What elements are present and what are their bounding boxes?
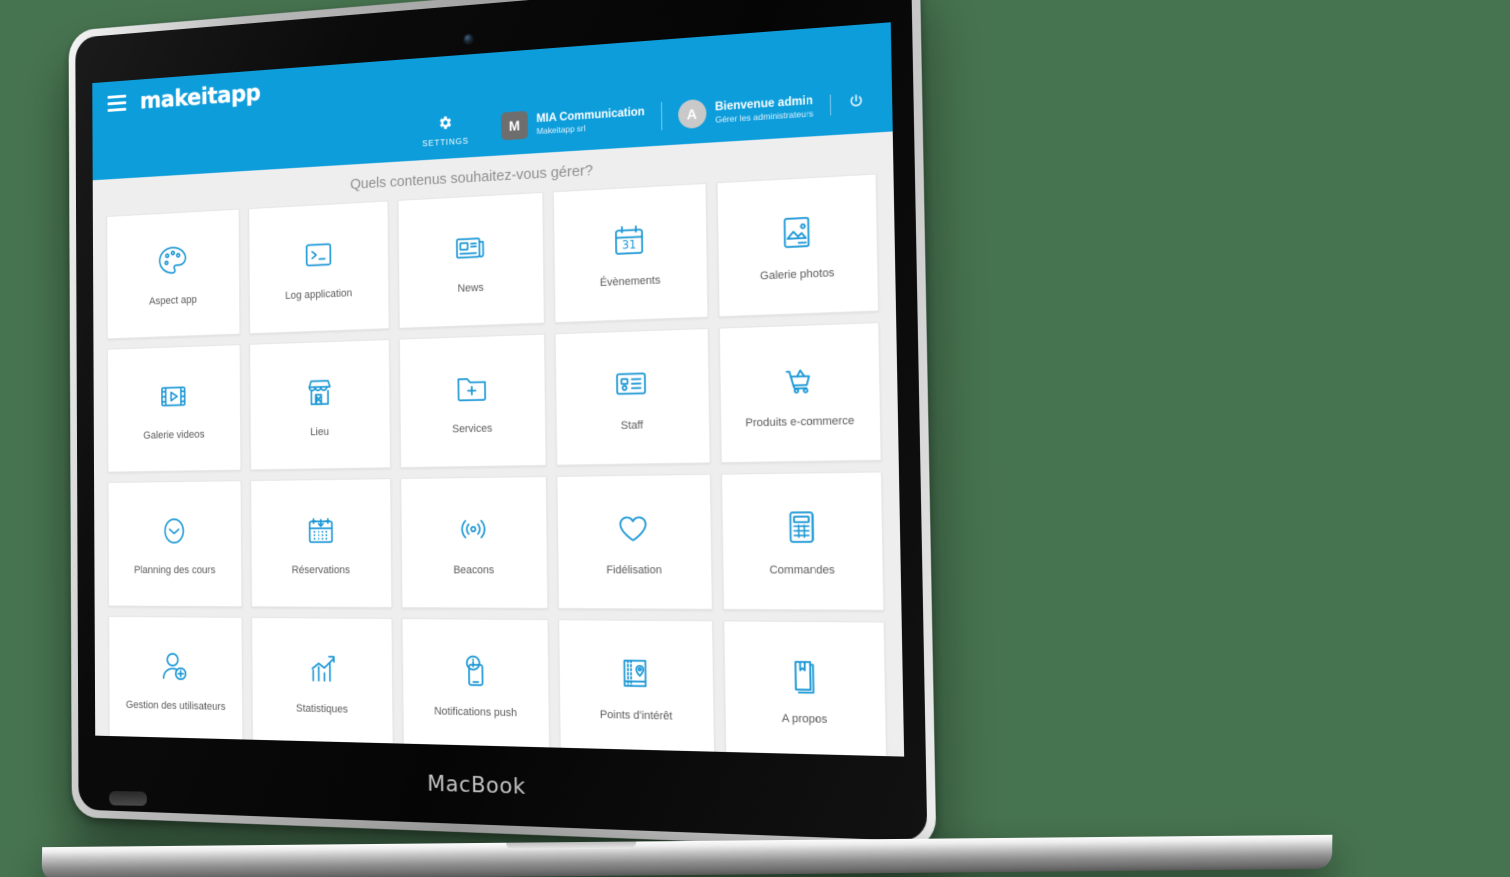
tile-label: Commandes [769, 564, 835, 577]
laptop-base [41, 834, 1333, 877]
tile-label: Notifications push [434, 705, 518, 720]
tile-planning-des-cours[interactable]: Planning des cours [107, 480, 243, 608]
bar-chart-arrow-icon [302, 648, 341, 690]
tile-aspect-app[interactable]: Aspect app [106, 208, 241, 340]
tile-galerie-videos[interactable]: Galerie videos [107, 344, 242, 473]
base-notch [506, 841, 637, 850]
film-play-icon [155, 376, 192, 417]
tile-r-servations[interactable]: Réservations [250, 478, 393, 609]
tile-label: Points d'intérêt [599, 708, 673, 723]
power-icon[interactable] [829, 91, 876, 116]
book-map-pin-icon [614, 652, 657, 696]
calendar-31-icon: 31 [608, 218, 650, 263]
book-bookmark-icon [781, 654, 826, 699]
tile-label: Gestion des utilisateurs [125, 699, 226, 714]
settings-label: SETTINGS [422, 135, 469, 148]
phone-info-icon [455, 650, 496, 693]
tile-label: Staff [620, 419, 644, 433]
screen-content: makeitapp SETTINGS M MIA Communication M… [92, 22, 905, 757]
tile-produits-e-commerce[interactable]: Produits e-commerce [718, 322, 882, 464]
macbook-device: MacBook makeitapp SETTINGS M MIA Communi… [68, 0, 937, 851]
tile-fid-lisation[interactable]: Fidélisation [556, 473, 713, 610]
tile-label: Statistiques [296, 702, 348, 716]
tile-lieu[interactable]: Lieu [249, 338, 391, 471]
content-type-grid: Aspect app Log application News 31 Évènement… [106, 173, 888, 757]
lid-foot [109, 791, 148, 807]
shopping-cart-icon [777, 357, 822, 402]
storefront-icon [300, 371, 338, 413]
tile-staff[interactable]: Staff [554, 327, 711, 466]
tile-label: A propos [781, 712, 828, 727]
macbook-brand-label: MacBook [427, 771, 526, 800]
tile-services[interactable]: Services [398, 333, 547, 469]
photo-icon [774, 209, 818, 255]
scene: MacBook makeitapp SETTINGS M MIA Communi… [0, 0, 1510, 877]
tile-galerie-photos[interactable]: Galerie photos [716, 173, 880, 318]
tile-notifications-push[interactable]: Notifications push [401, 618, 551, 753]
tile-log-application[interactable]: Log application [248, 200, 390, 335]
hamburger-icon[interactable] [107, 94, 127, 112]
gear-icon [437, 113, 453, 134]
tile-label: Lieu [310, 426, 330, 439]
folder-plus-icon [452, 367, 492, 410]
tile-gestion-des-utilisateurs[interactable]: Gestion des utilisateurs [108, 615, 244, 745]
tile-statistiques[interactable]: Statistiques [251, 616, 394, 749]
tile-label: Aspect app [149, 294, 197, 308]
tile-label: Galerie photos [759, 267, 835, 283]
svg-text:31: 31 [622, 238, 637, 252]
id-card-icon [610, 362, 652, 406]
tile-points-d-int-r-t[interactable]: Points d'intérêt [558, 619, 715, 757]
webcam-icon [464, 34, 473, 44]
clock-icon [156, 511, 193, 551]
user-avatar: A [677, 98, 707, 130]
user-info: Bienvenue admin Gérer les administrateur… [715, 93, 814, 125]
user-plus-icon [157, 646, 194, 687]
tile-label: Planning des cours [134, 564, 216, 577]
tile-label: Beacons [453, 564, 495, 577]
tile-v-nements[interactable]: 31 Évènements [553, 182, 709, 324]
app-logo[interactable]: makeitapp [140, 79, 261, 114]
user-account[interactable]: A Bienvenue admin Gérer les administrate… [660, 90, 831, 131]
tile-a-propos[interactable]: A propos [722, 620, 888, 757]
tile-label: Produits e-commerce [745, 414, 855, 430]
tile-beacons[interactable]: Beacons [400, 476, 549, 609]
tile-label: Services [452, 422, 493, 436]
tile-label: Fidélisation [606, 564, 662, 577]
main-content: Quels contenus souhaitez-vous gérer? Asp… [93, 131, 905, 757]
calculator-icon [779, 505, 824, 549]
